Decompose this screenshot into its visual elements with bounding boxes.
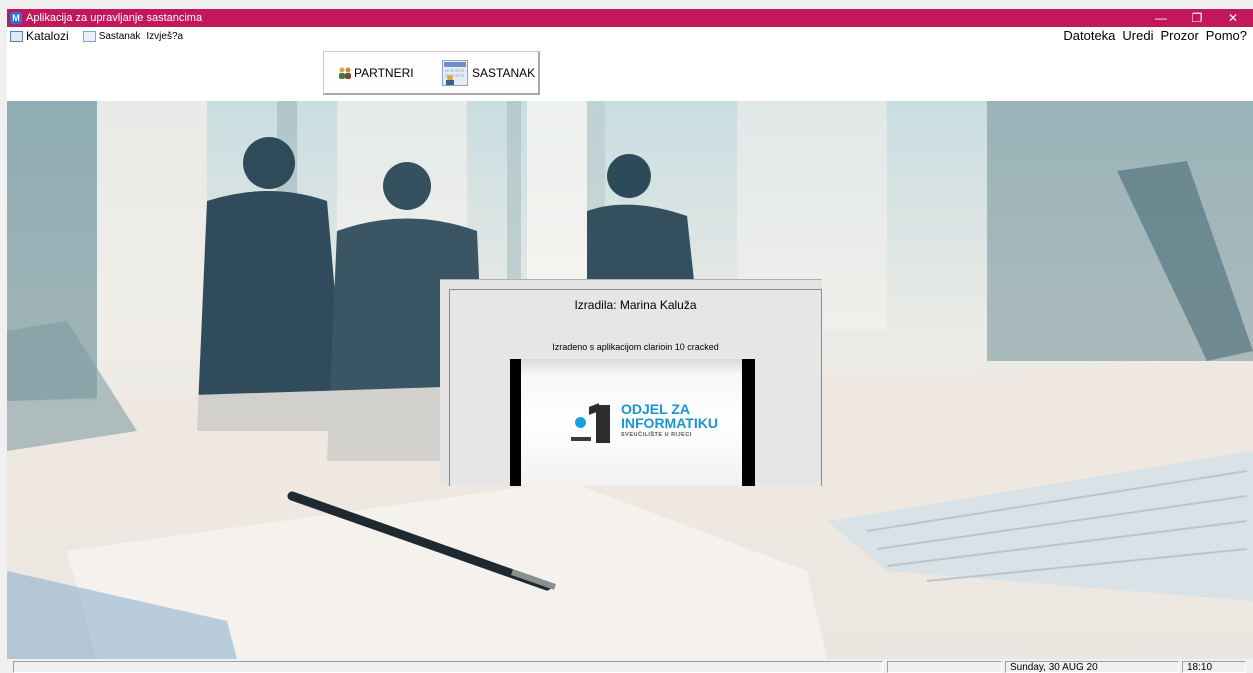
menu-sastanak-label: Sastanak <box>98 30 141 42</box>
menu-sastanak[interactable]: Sastanak <box>82 30 141 42</box>
logo-one-icon <box>596 405 610 443</box>
status-bar: Sunday, 30 AUG 20 18:10 <box>7 659 1253 673</box>
restore-button[interactable]: ❐ <box>1179 9 1215 27</box>
menu-uredi[interactable]: Uredi <box>1122 28 1153 43</box>
catalog-icon <box>10 30 23 42</box>
meeting-calendar-icon <box>442 60 468 86</box>
menu-izvjesca[interactable]: Izvješ?a <box>146 31 183 42</box>
menu-prozor[interactable]: Prozor <box>1161 28 1199 43</box>
close-button[interactable]: ✕ <box>1215 9 1251 27</box>
made-with-label: Izradeno s aplikacijom clarioin 10 crack… <box>552 342 719 352</box>
window-title: Aplikacija za upravljanje sastancima <box>26 12 203 24</box>
partneri-button[interactable]: PARTNERI <box>338 52 414 94</box>
partneri-label: PARTNERI <box>354 66 414 80</box>
menu-izvjesca-label: Izvješ?a <box>146 30 184 42</box>
about-panel: Izradila: Marina Kaluža Izradeno s aplik… <box>449 289 822 486</box>
department-logo: ODJEL ZA INFORMATIKU SVEUČILIŠTE U RIJEC… <box>521 359 742 486</box>
menu-bar: Katalozi Sastanak Izvješ?a Datoteka Ured… <box>7 27 1253 45</box>
status-main <box>13 661 883 673</box>
minimize-button[interactable]: — <box>1143 9 1179 27</box>
menu-pomoc[interactable]: Pomo? <box>1206 28 1247 43</box>
status-cell-2 <box>887 661 1002 673</box>
status-time: 18:10 <box>1182 661 1246 673</box>
menu-katalozi[interactable]: Katalozi <box>10 29 69 43</box>
sastanak-button[interactable]: SASTANAK <box>442 52 535 94</box>
about-dialog: Izradila: Marina Kaluža Izradeno s aplik… <box>440 279 822 486</box>
title-bar: M Aplikacija za upravljanje sastancima —… <box>7 9 1253 27</box>
logo-dot-icon <box>575 417 586 428</box>
logo-line2: INFORMATIKU <box>621 415 718 431</box>
toolbar: PARTNERI SASTANAK <box>7 45 1253 101</box>
status-date: Sunday, 30 AUG 20 <box>1005 661 1179 673</box>
partners-icon <box>338 67 352 79</box>
menu-datoteka[interactable]: Datoteka <box>1063 28 1115 43</box>
author-label: Izradila: Marina Kaluža <box>574 298 697 312</box>
sastanak-label: SASTANAK <box>472 66 536 80</box>
logo-line1: ODJEL ZA <box>621 401 690 417</box>
logo-frame: ODJEL ZA INFORMATIKU SVEUČILIŠTE U RIJEC… <box>510 359 755 486</box>
toolbar-button-group: PARTNERI SASTANAK <box>323 51 540 95</box>
logo-line3: SVEUČILIŠTE U RIJECI <box>621 432 692 438</box>
menu-katalozi-label: Katalozi <box>26 29 69 43</box>
app-icon: M <box>10 12 22 24</box>
meeting-icon <box>82 30 96 42</box>
